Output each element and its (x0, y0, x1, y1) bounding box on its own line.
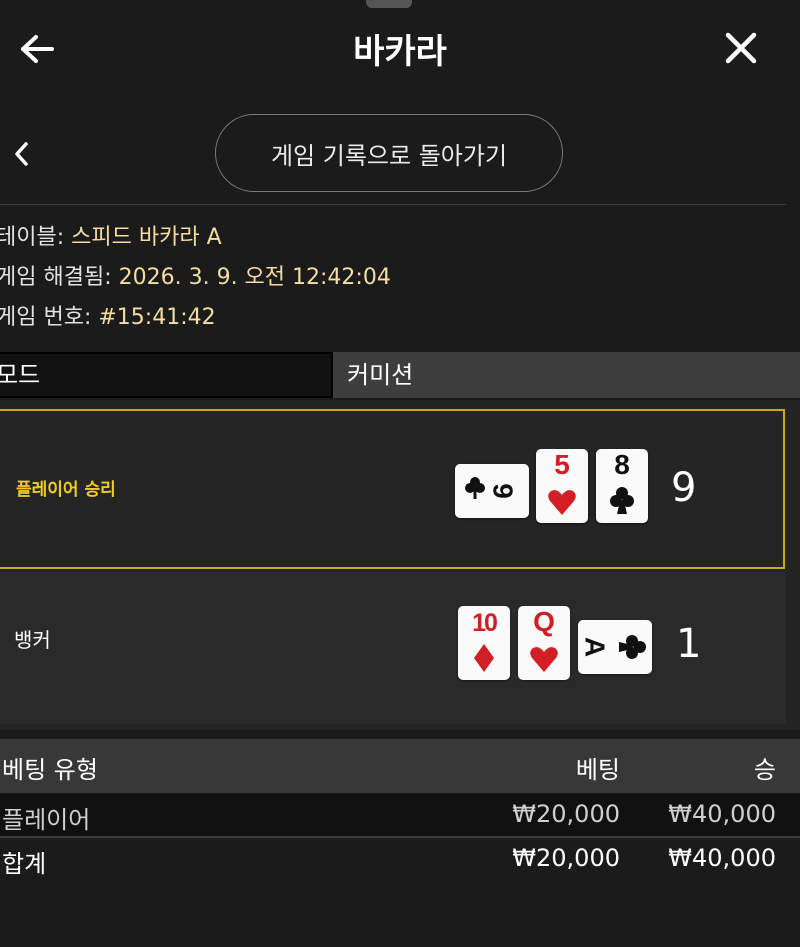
mode-value: 커미션 (333, 352, 800, 398)
game-number-label: 게임 번호: (0, 305, 92, 330)
player-win-label: 플레이어 승리 (16, 480, 116, 500)
game-number-value: #15:41:42 (98, 305, 216, 330)
banker-score: 1 (676, 621, 702, 667)
bet-amount-cell: ₩20,000 (512, 800, 620, 828)
chevron-left-icon[interactable] (10, 138, 34, 170)
playing-card-a-clubs: A (578, 620, 652, 674)
column-bet: 베팅 (575, 756, 620, 784)
table-row-total: 합계 ₩20,000 ₩40,000 (0, 838, 800, 880)
svg-text:5: 5 (554, 449, 570, 480)
playing-card-5-hearts: 5 (536, 449, 588, 523)
playing-card-8-clubs: 8 (596, 449, 648, 523)
playing-card-9-clubs: 9 (455, 464, 529, 518)
svg-text:10: 10 (472, 609, 497, 637)
resolved-label: 게임 해결됨: (0, 265, 112, 290)
bets-table-header: 베팅 유형 베팅 승 (0, 739, 800, 793)
divider (0, 204, 786, 205)
history-nav: 게임 기록으로 돌아가기 (0, 112, 800, 194)
player-score: 9 (671, 465, 697, 511)
resolved-info: 게임 해결됨: 2026. 3. 9. 오전 12:42:04 (0, 264, 696, 292)
table-label: 테이블: (0, 225, 65, 250)
table-row: 플레이어 ₩20,000 ₩40,000 (0, 794, 800, 836)
back-to-history-button[interactable]: 게임 기록으로 돌아가기 (215, 114, 563, 192)
svg-text:8: 8 (614, 449, 630, 480)
svg-text:9: 9 (488, 483, 519, 499)
player-result-row: 플레이어 승리 9 5 8 9 (0, 409, 785, 569)
playing-card-q-hearts: Q (518, 606, 570, 680)
bet-type-cell: 플레이어 (2, 806, 91, 834)
playing-card-10-diamonds: 10 (458, 606, 510, 680)
column-win: 승 (753, 756, 776, 784)
game-number-info: 게임 번호: #15:41:42 (0, 304, 696, 332)
mode-row: 모드 커미션 (0, 352, 800, 398)
total-bet-cell: ₩20,000 (512, 844, 620, 872)
column-bet-type: 베팅 유형 (2, 756, 98, 784)
mode-label: 모드 (0, 354, 331, 396)
banker-result-row: 뱅커 10 Q A 1 (0, 572, 786, 724)
table-info: 테이블: 스피드 바카라 A (0, 224, 696, 252)
resolved-value: 2026. 3. 9. 오전 12:42:04 (118, 265, 391, 290)
svg-text:A: A (580, 637, 611, 657)
table-value: 스피드 바카라 A (71, 225, 222, 250)
close-icon[interactable] (724, 31, 758, 65)
page-title: 바카라 (353, 32, 447, 72)
svg-text:Q: Q (533, 606, 555, 637)
total-win-cell: ₩40,000 (668, 844, 776, 872)
total-label-cell: 합계 (2, 850, 47, 878)
banker-label: 뱅커 (14, 628, 51, 652)
win-amount-cell: ₩40,000 (668, 800, 776, 828)
header: 바카라 (0, 0, 800, 98)
